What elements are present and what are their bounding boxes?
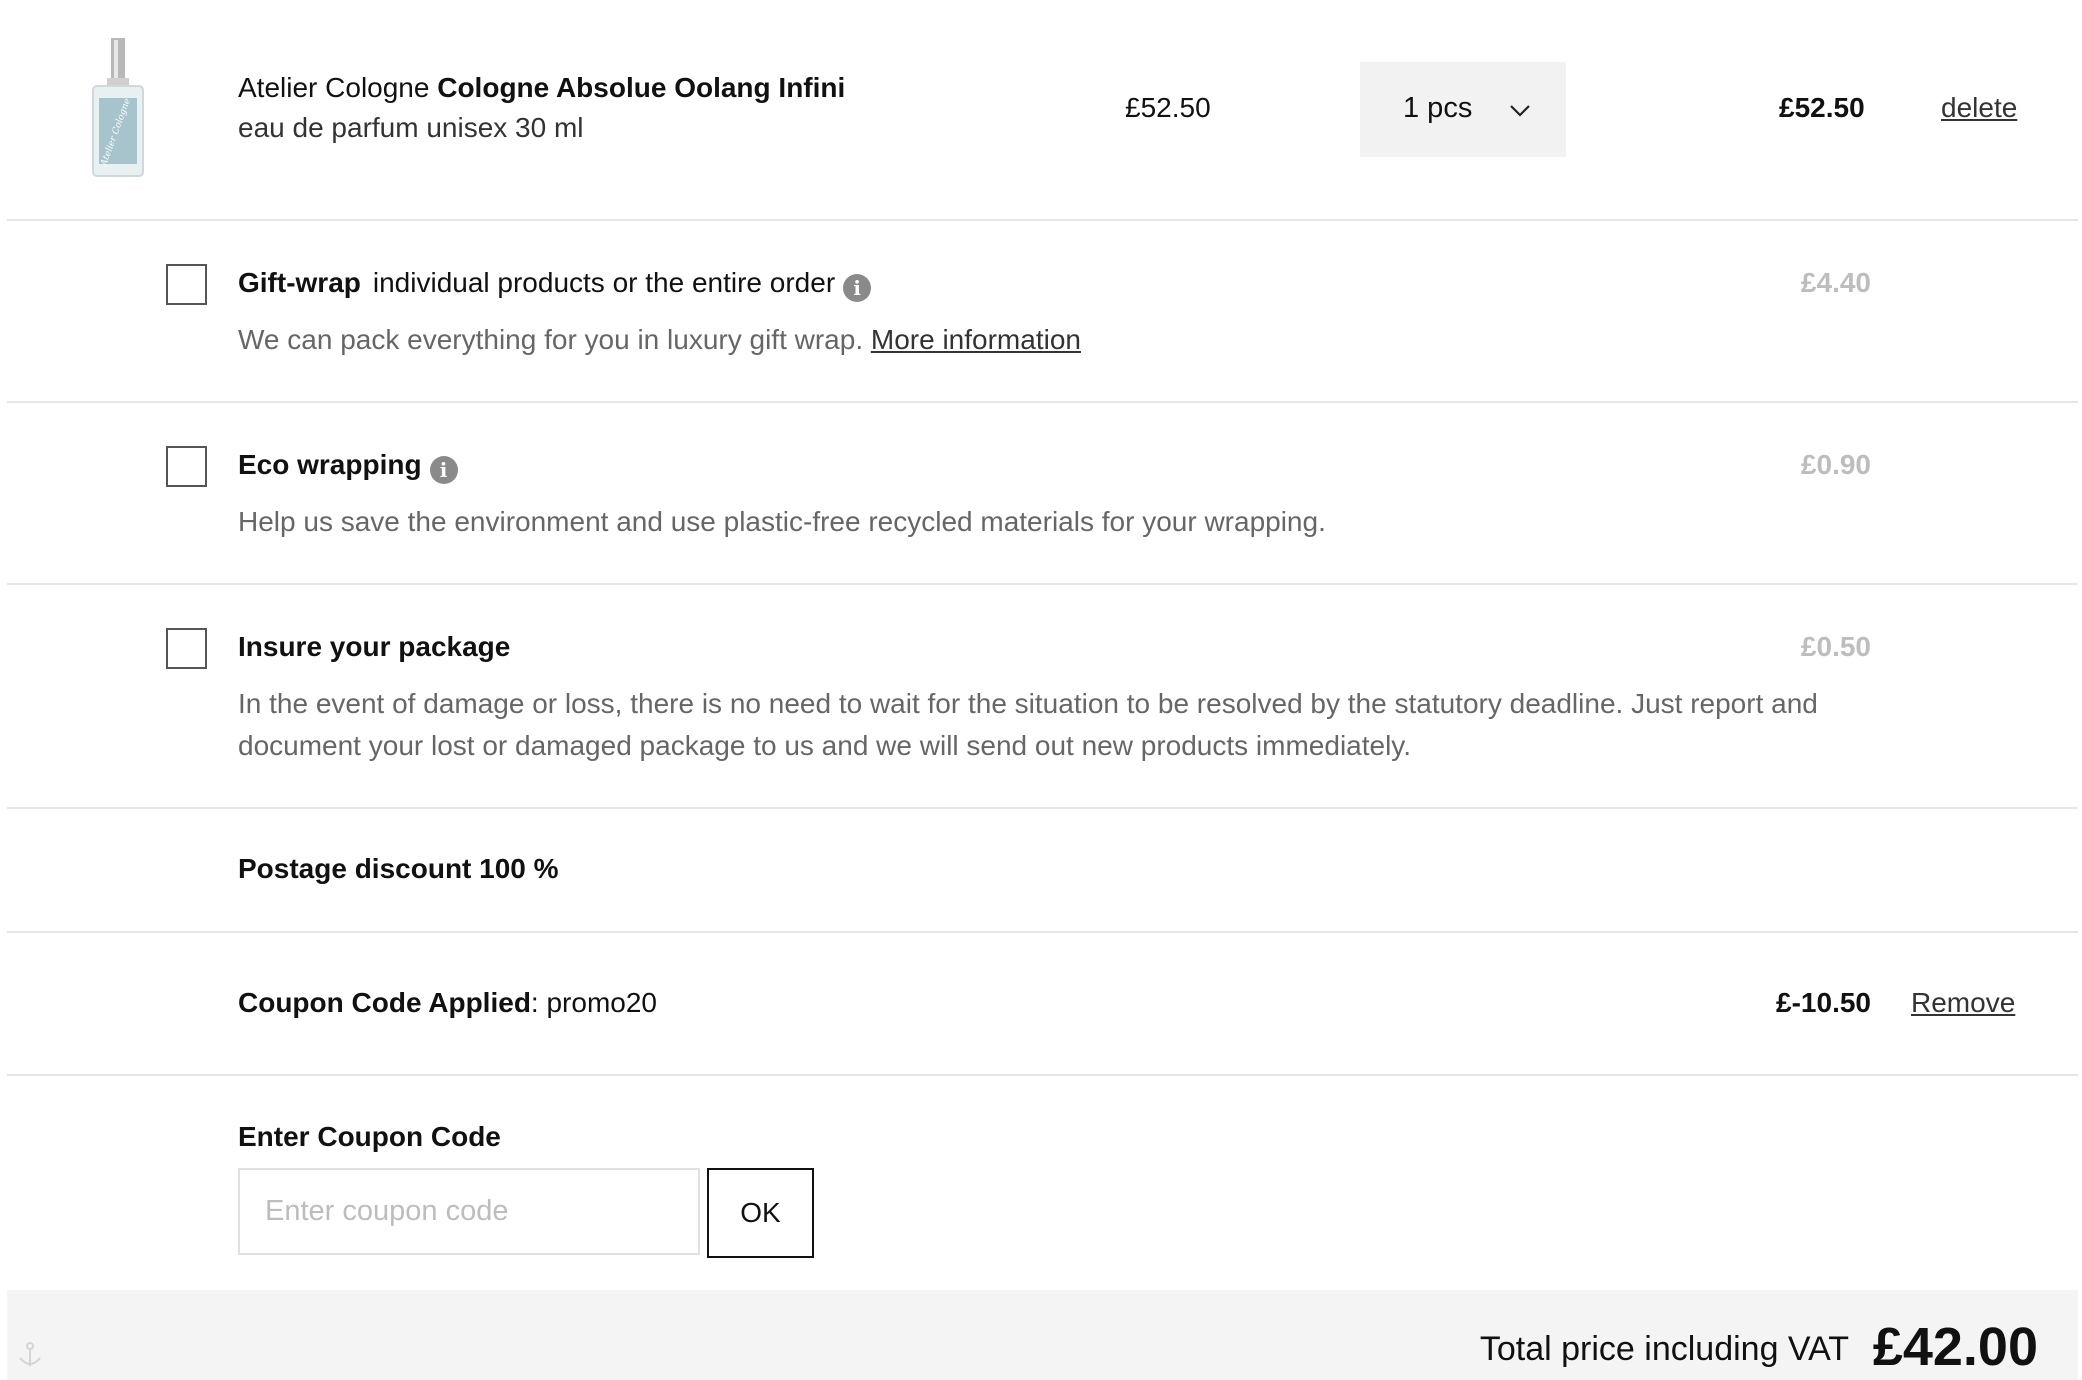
coupon-entry-label: Enter Coupon Code — [238, 1121, 501, 1152]
eco-wrapping-description: Help us save the environment and use pla… — [238, 506, 1326, 537]
insurance-title: Insure your package — [238, 631, 511, 662]
insurance-description: In the event of damage or loss, there is… — [238, 688, 1818, 761]
apply-coupon-button[interactable]: OK — [707, 1168, 814, 1258]
eco-wrapping-option-row: Eco wrapping i Help us save the environme… — [7, 403, 2078, 585]
anchor-icon — [19, 1342, 41, 1366]
insurance-price: £0.50 — [1800, 631, 1871, 662]
perfume-bottle-image[interactable]: Atelier Cologne — [87, 38, 149, 180]
info-icon[interactable]: i — [843, 274, 872, 302]
postage-discount-label: Postage discount 100 % — [238, 853, 559, 884]
info-icon[interactable]: i — [429, 456, 458, 484]
giftwrap-title: Gift-wrap individual products or the enti… — [238, 267, 872, 302]
giftwrap-price: £4.40 — [1800, 267, 1871, 298]
giftwrap-option-row: Gift-wrap individual products or the enti… — [7, 221, 2078, 403]
insurance-checkbox[interactable] — [166, 628, 207, 669]
quantity-select[interactable]: 1 pcs — [1360, 62, 1566, 157]
product-name: Cologne Absolue Oolang Infini — [437, 72, 846, 103]
giftwrap-description: We can pack everything for you in luxury… — [238, 319, 1081, 361]
total-label: Total price including VAT — [1479, 1330, 1849, 1368]
quantity-value: 1 pcs — [1403, 92, 1473, 124]
coupon-code-input[interactable] — [238, 1168, 700, 1255]
unit-price: £52.50 — [1125, 92, 1211, 123]
giftwrap-description-text: We can pack everything for you in luxury… — [238, 324, 864, 355]
chevron-down-icon — [1510, 105, 1530, 117]
total-price: £42.00 — [1872, 1317, 2038, 1377]
eco-wrapping-price: £0.90 — [1800, 449, 1871, 480]
eco-wrapping-title-text: Eco wrapping — [238, 449, 422, 480]
eco-wrapping-title: Eco wrapping i — [238, 449, 458, 484]
product-subtitle: eau de parfum unisex 30 ml — [238, 112, 584, 143]
product-brand: Atelier Cologne — [238, 72, 430, 103]
giftwrap-checkbox[interactable] — [166, 264, 207, 305]
coupon-code-value: promo20 — [546, 987, 657, 1018]
total-bar: Total price including VAT £42.00 — [7, 1290, 2078, 1380]
eco-wrapping-checkbox[interactable] — [166, 446, 207, 487]
insurance-option-row: Insure your package In the event of dama… — [7, 585, 2078, 809]
line-total: £52.50 — [1779, 92, 1865, 123]
remove-coupon-link[interactable]: Remove — [1911, 987, 2015, 1019]
giftwrap-title-rest: individual products or the entire order — [372, 267, 836, 298]
coupon-applied-title: Coupon Code Applied — [238, 987, 531, 1018]
cart-item-row: Atelier Cologne Atelier Cologne Cologne … — [7, 0, 2078, 221]
more-information-link[interactable]: More information — [871, 324, 1081, 355]
coupon-discount-amount: £-10.50 — [1776, 987, 1871, 1018]
delete-link[interactable]: delete — [1941, 92, 2017, 124]
coupon-applied-label: Coupon Code Applied: promo20 — [238, 987, 657, 1018]
giftwrap-title-bold: Gift-wrap — [238, 267, 361, 298]
product-title[interactable]: Atelier Cologne Cologne Absolue Oolang I… — [238, 72, 845, 104]
coupon-entry-section: Enter Coupon Code OK — [7, 1076, 2078, 1290]
coupon-applied-row: Coupon Code Applied: promo20 £-10.50 Rem… — [7, 933, 2078, 1076]
postage-discount-row: Postage discount 100 % — [7, 809, 2078, 933]
